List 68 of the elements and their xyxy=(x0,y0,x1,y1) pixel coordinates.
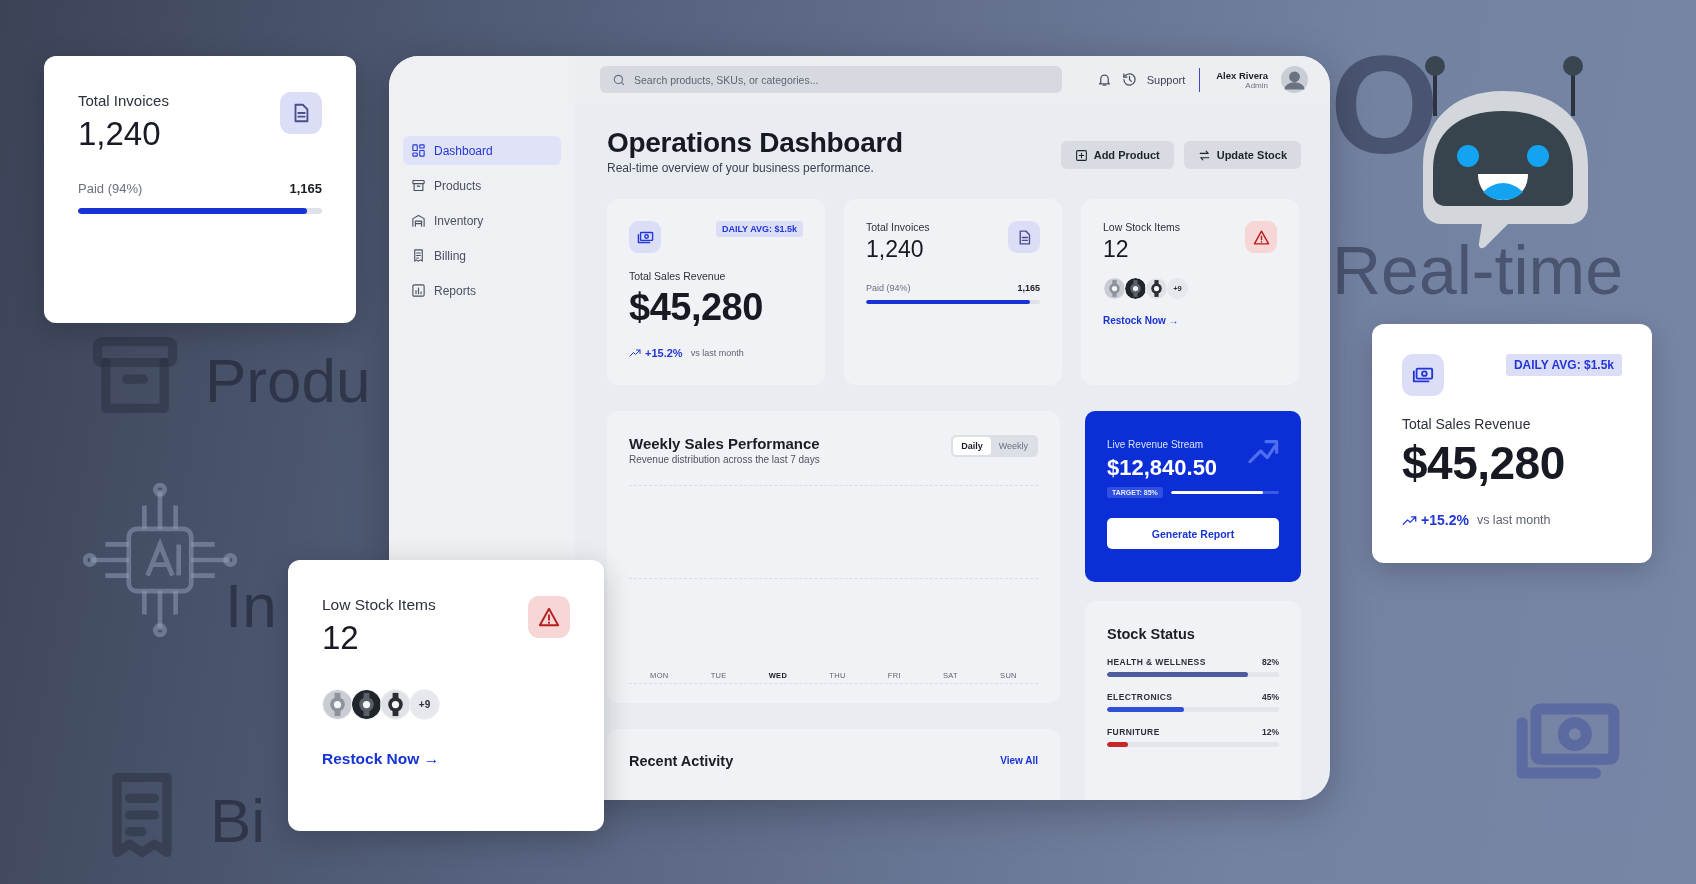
search-icon xyxy=(612,73,626,87)
card-subtitle: Revenue distribution across the last 7 days xyxy=(629,454,820,465)
paid-label: Paid (94%) xyxy=(866,283,911,293)
receipt-icon xyxy=(411,248,426,263)
daily-average-badge: DAILY AVG: $1.5k xyxy=(715,221,803,237)
change-value: +15.2% xyxy=(645,347,683,359)
search-field[interactable]: Search products, SKUs, or categories... xyxy=(600,66,1062,93)
sidebar-item[interactable]: Dashboard xyxy=(403,136,561,165)
category-percent: 12% xyxy=(1262,727,1279,737)
sidebar-item[interactable]: Inventory xyxy=(403,206,561,235)
notification-icon xyxy=(1096,72,1112,87)
stat-label: Total Sales Revenue xyxy=(1402,416,1532,432)
stat-value: 1,240 xyxy=(78,115,162,153)
history-icon xyxy=(1121,72,1137,87)
stat-label: Low Stock Items xyxy=(1103,221,1181,233)
card-label: Live Revenue Stream xyxy=(1107,439,1204,450)
stat-value: $45,280 xyxy=(629,286,764,329)
view-all-link[interactable]: View All xyxy=(1000,755,1038,766)
category-percent: 45% xyxy=(1262,692,1279,702)
chart-icon xyxy=(411,283,426,298)
card-title: Stock Status xyxy=(1107,626,1196,642)
restock-link[interactable]: Restock Now → xyxy=(322,750,440,768)
stat-label: Total Sales Revenue xyxy=(629,270,727,282)
toggle-option[interactable]: Daily xyxy=(953,437,991,455)
more-count-badge: +9 xyxy=(409,689,440,720)
stat-value: 12 xyxy=(1103,236,1130,263)
support-link[interactable]: Support xyxy=(1146,73,1186,86)
user-name: Alex Rivera xyxy=(1216,69,1268,81)
daily-average-badge: DAILY AVG: $1.5k xyxy=(1505,354,1622,376)
card-title: Weekly Sales Performance xyxy=(629,435,820,452)
card-title: Recent Activity xyxy=(629,753,734,769)
category-name: FURNITURE xyxy=(1107,727,1160,737)
add-product-button[interactable]: Add Product xyxy=(1060,141,1174,169)
user-avatar[interactable] xyxy=(1281,66,1308,93)
category-name: HEALTH & WELLNESS xyxy=(1107,657,1206,667)
stat-value: 12 xyxy=(322,619,360,657)
change-note: vs last month xyxy=(1476,513,1551,527)
stat-value: 1,240 xyxy=(866,236,925,263)
swap-icon xyxy=(1197,148,1211,162)
warning-icon xyxy=(538,606,560,628)
grid-icon xyxy=(411,143,426,158)
category-percent: 82% xyxy=(1262,657,1279,667)
stat-label: Low Stock Items xyxy=(322,596,436,614)
sidebar-item[interactable]: Products xyxy=(403,171,561,200)
stat-label: Total Invoices xyxy=(866,221,930,233)
sidebar-item[interactable]: Reports xyxy=(403,276,561,305)
category-name: ELECTRONICS xyxy=(1107,692,1173,702)
stat-value: $45,280 xyxy=(1402,436,1566,490)
plus-icon xyxy=(1074,148,1088,162)
box-icon xyxy=(411,178,426,193)
user-role: Admin xyxy=(1245,80,1268,90)
change-value: +15.2% xyxy=(1421,512,1469,528)
paid-value: 1,165 xyxy=(1017,283,1040,293)
live-revenue-value: $12,840.50 xyxy=(1107,455,1218,481)
toggle-option[interactable]: Weekly xyxy=(990,437,1036,455)
paid-value: 1,165 xyxy=(289,181,322,196)
update-stock-button[interactable]: Update Stock xyxy=(1183,141,1301,169)
page-subtitle: Real-time overview of your business performance. xyxy=(607,161,875,175)
change-note: vs last month xyxy=(690,348,744,358)
warehouse-icon xyxy=(411,213,426,228)
sidebar-item[interactable]: Billing xyxy=(403,241,561,270)
page-title: Operations Dashboard xyxy=(607,127,903,159)
paid-label: Paid (94%) xyxy=(78,181,143,196)
warning-icon xyxy=(1252,228,1270,246)
trend-up-icon xyxy=(629,347,641,359)
generate-report-button[interactable]: Generate Report xyxy=(1107,518,1279,549)
stat-label: Total Invoices xyxy=(78,92,169,109)
restock-link[interactable]: Restock Now → xyxy=(1103,315,1179,326)
